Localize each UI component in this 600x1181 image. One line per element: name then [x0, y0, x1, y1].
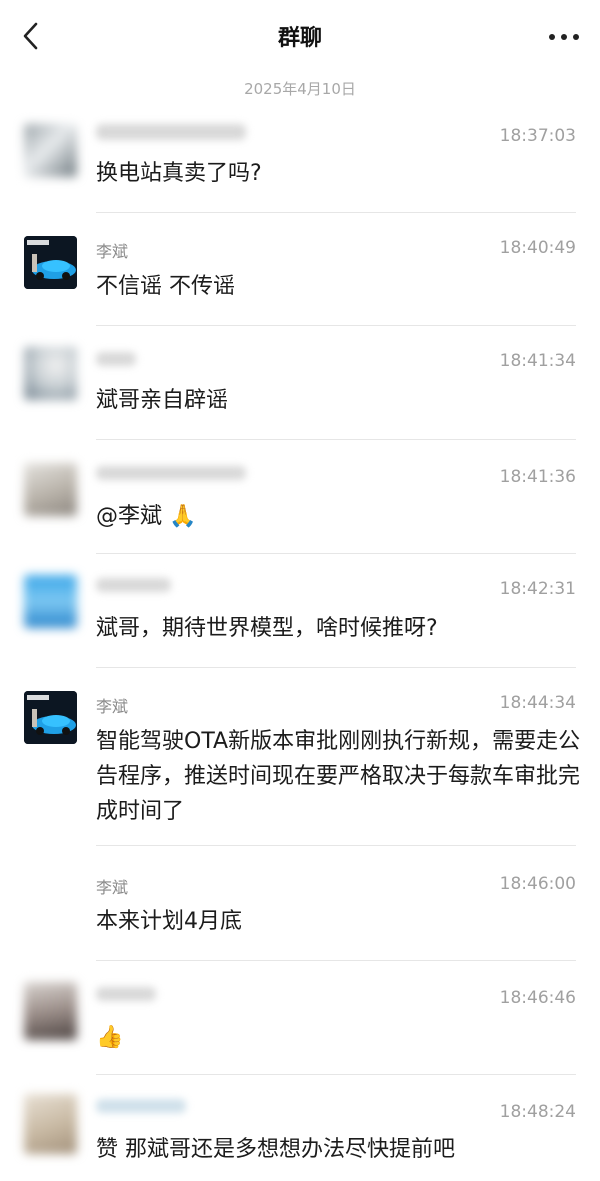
message-time: 18:42:31: [499, 579, 576, 599]
sender-name: [96, 465, 246, 484]
divider: [96, 960, 576, 961]
chat-message[interactable]: 李斌 18:44:34 智能驾驶OTA新版本审批刚刚执行新规，需要走公告程序，推…: [0, 687, 600, 847]
divider: [96, 1074, 576, 1075]
message-time: 18:46:46: [499, 988, 576, 1008]
chat-message[interactable]: 18:48:24 赞 那斌哥还是多想想办法尽快提前吧: [0, 1094, 600, 1181]
chat-message[interactable]: 18:41:36 @李斌 🙏: [0, 459, 600, 554]
divider: [96, 439, 576, 440]
message-text: 换电站真卖了吗?: [96, 161, 262, 186]
sender-name: [96, 1098, 186, 1117]
message-text: 👍: [96, 1025, 124, 1050]
chat-message[interactable]: 18:42:31 斌哥，期待世界模型，啥时候推呀?: [0, 573, 600, 668]
date-separator: 2025年4月10日: [244, 80, 356, 98]
message-text: 本来计划4月底: [96, 909, 242, 934]
message-time: 18:41:34: [499, 351, 576, 371]
message-time: 18:48:24: [499, 1102, 576, 1122]
sender-name: 李斌: [96, 242, 129, 261]
avatar[interactable]: [24, 575, 77, 628]
chat-message[interactable]: 李斌 18:46:00 本来计划4月底: [0, 866, 600, 961]
sender-name: 李斌: [96, 878, 129, 897]
divider: [96, 212, 576, 213]
divider: [96, 553, 576, 554]
chat-message[interactable]: 18:37:03 换电站真卖了吗?: [0, 118, 600, 213]
avatar[interactable]: [24, 1094, 77, 1154]
message-text: 斌哥，期待世界模型，啥时候推呀?: [96, 616, 438, 641]
divider: [96, 667, 576, 668]
chat-message[interactable]: 李斌 18:40:49 不信谣 不传谣: [0, 232, 600, 327]
avatar[interactable]: [24, 463, 77, 516]
top-bar: 群聊: [0, 0, 600, 72]
chat-message[interactable]: 18:41:34 斌哥亲自辟谣: [0, 345, 600, 440]
avatar[interactable]: [24, 982, 77, 1040]
sender-name: [96, 577, 171, 596]
message-time: 18:37:03: [499, 126, 576, 146]
chat-message[interactable]: 18:46:46 👍: [0, 980, 600, 1075]
avatar[interactable]: [24, 124, 77, 177]
message-time: 18:46:00: [499, 874, 576, 894]
car-photo-icon: [24, 691, 77, 744]
page-title: 群聊: [277, 26, 322, 51]
divider: [96, 845, 576, 846]
message-text: @李斌 🙏: [96, 504, 197, 529]
message-time: 18:40:49: [499, 238, 576, 258]
avatar[interactable]: [24, 347, 77, 400]
message-time: 18:41:36: [499, 467, 576, 487]
sender-name: [96, 351, 136, 370]
sender-name: [96, 986, 156, 1005]
sender-name: [96, 124, 246, 144]
message-time: 18:44:34: [499, 693, 576, 713]
avatar[interactable]: [24, 691, 77, 744]
avatar[interactable]: [24, 236, 77, 289]
car-photo-icon: [24, 236, 77, 289]
message-text: 智能驾驶OTA新版本审批刚刚执行新规，需要走公告程序，推送时间现在要严格取决于每…: [96, 729, 581, 824]
more-horizontal-icon: [549, 34, 579, 40]
more-options-button[interactable]: [544, 22, 584, 52]
message-text: 赞 那斌哥还是多想想办法尽快提前吧: [96, 1137, 455, 1162]
message-text: 不信谣 不传谣: [96, 274, 235, 299]
divider: [96, 325, 576, 326]
sender-name: 李斌: [96, 697, 129, 716]
message-text: 斌哥亲自辟谣: [96, 388, 229, 413]
